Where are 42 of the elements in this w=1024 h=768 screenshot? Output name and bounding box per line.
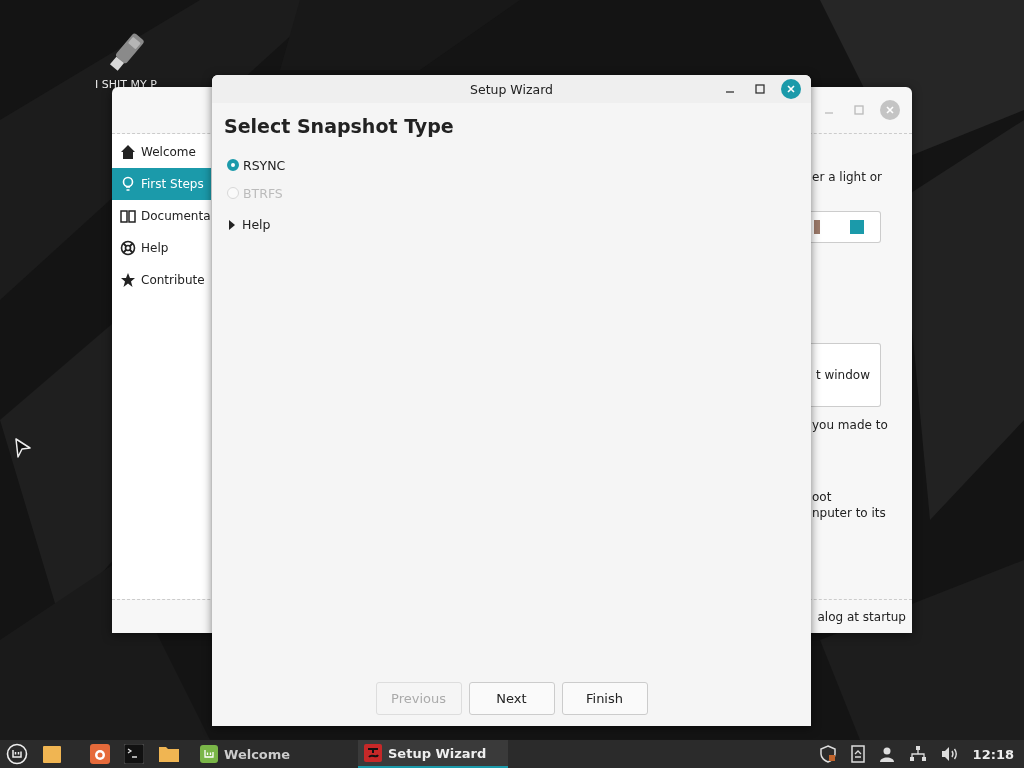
wizard-button[interactable]: Next — [468, 682, 555, 715]
sidebar-item[interactable]: Help — [112, 232, 211, 264]
description-text: nputer to its — [812, 506, 886, 520]
maximize-icon[interactable] — [755, 84, 765, 94]
option-button[interactable]: t window — [811, 343, 881, 407]
description-text: er a light or — [812, 170, 882, 184]
app-logo-icon — [200, 745, 218, 763]
folder-icon[interactable] — [42, 744, 62, 764]
volume-icon[interactable] — [940, 746, 959, 762]
book-icon — [120, 208, 136, 224]
taskbar-window-button[interactable]: Setup Wizard — [358, 740, 508, 768]
help-expander[interactable]: Help — [224, 217, 271, 232]
page-heading: Select Snapshot Type — [224, 115, 455, 137]
close-icon — [786, 84, 796, 94]
home-icon — [120, 144, 136, 160]
network-icon[interactable] — [908, 746, 927, 762]
user-icon[interactable] — [878, 746, 895, 762]
lifebuoy-icon — [120, 240, 136, 256]
sidebar-item[interactable]: Welcome — [112, 136, 211, 168]
lightbulb-icon — [120, 176, 136, 192]
browser-icon[interactable] — [90, 744, 110, 764]
close-icon — [885, 105, 895, 115]
star-icon — [120, 272, 136, 288]
window-title: Setup Wizard — [470, 81, 553, 97]
mouse-pointer-icon — [14, 437, 32, 459]
taskbar-window-button[interactable]: Welcome — [194, 740, 344, 768]
close-button[interactable] — [781, 79, 801, 99]
sidebar-item[interactable]: Contribute — [112, 264, 211, 296]
terminal-icon[interactable] — [124, 744, 144, 764]
sidebar-item[interactable]: Documenta — [112, 200, 211, 232]
startup-option-label[interactable]: alog at startup — [817, 609, 906, 624]
color-button[interactable] — [811, 211, 881, 243]
menu-icon[interactable] — [6, 743, 28, 765]
description-text: oot — [812, 490, 832, 504]
shield-icon[interactable] — [818, 745, 837, 763]
app-logo-icon — [364, 744, 382, 762]
clipboard-icon[interactable] — [850, 745, 865, 763]
folder-icon[interactable] — [158, 744, 180, 764]
clock[interactable]: 12:18 — [972, 746, 1014, 762]
wizard-button[interactable]: Finish — [561, 682, 648, 715]
description-text: you made to — [812, 418, 888, 432]
radio-option[interactable]: RSYNC — [224, 151, 286, 179]
